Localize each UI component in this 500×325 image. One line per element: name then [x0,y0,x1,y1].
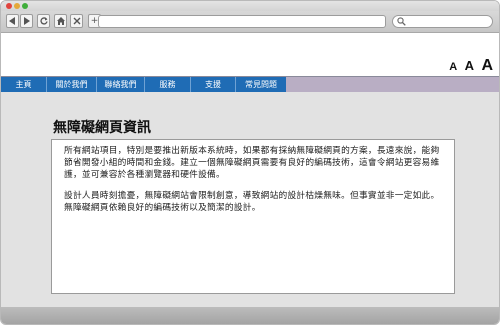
font-size-small-button[interactable]: A [449,61,457,73]
reload-button[interactable] [37,14,50,28]
main-content: 無障礙網頁資訊 所有網站項目，特別是要推出新版本系統時，如果都有採納無障礙網頁的… [1,92,499,307]
forward-arrow-icon [24,17,30,25]
footer-bar [1,307,499,324]
home-icon [56,17,65,25]
font-size-medium-button[interactable]: A [465,58,474,73]
close-x-icon [73,17,80,25]
browser-window: + A A A 主頁 關於我們 聯絡我們 服務 支援 常見問題 無障礙網頁資訊 … [0,0,500,325]
menu-item-contact[interactable]: 聯絡我們 [97,77,145,92]
paragraph-2: 設計人員時刻擔憂，無障礙網站會限制創意，導致網站的設計枯燥無味。但事實並非一定如… [64,191,440,213]
menu-item-faq[interactable]: 常見問題 [236,77,286,92]
search-icon [397,17,406,26]
font-size-controls: A A A [446,57,493,75]
back-button[interactable] [6,14,19,28]
maximize-window-button[interactable] [22,3,28,9]
search-input[interactable] [392,15,493,28]
stop-button[interactable] [70,14,83,28]
back-arrow-icon [9,17,15,25]
page-header: A A A [1,33,499,75]
home-button[interactable] [54,14,67,28]
forward-button[interactable] [20,14,33,28]
menu-item-services[interactable]: 服務 [145,77,191,92]
paragraph-1: 所有網站項目，特別是要推出新版本系統時，如果都有採納無障礙網頁的方案，長遠來說，… [64,146,440,180]
close-window-button[interactable] [6,3,12,9]
minimize-window-button[interactable] [14,3,20,9]
reload-icon [39,17,48,25]
title-bar [1,1,499,11]
address-bar[interactable] [98,15,386,28]
main-menu: 主頁 關於我們 聯絡我們 服務 支援 常見問題 [1,76,499,92]
font-size-large-button[interactable]: A [481,57,493,75]
browser-toolbar: + [1,11,499,33]
menu-item-support[interactable]: 支援 [191,77,236,92]
content-box: 所有網站項目，特別是要推出新版本系統時，如果都有採納無障礙網頁的方案，長遠來說，… [51,139,455,294]
menu-bar: 主頁 關於我們 聯絡我們 服務 支援 常見問題 [1,77,286,92]
menu-item-home[interactable]: 主頁 [1,77,47,92]
page-title: 無障礙網頁資訊 [53,120,151,136]
menu-item-about[interactable]: 關於我們 [47,77,97,92]
